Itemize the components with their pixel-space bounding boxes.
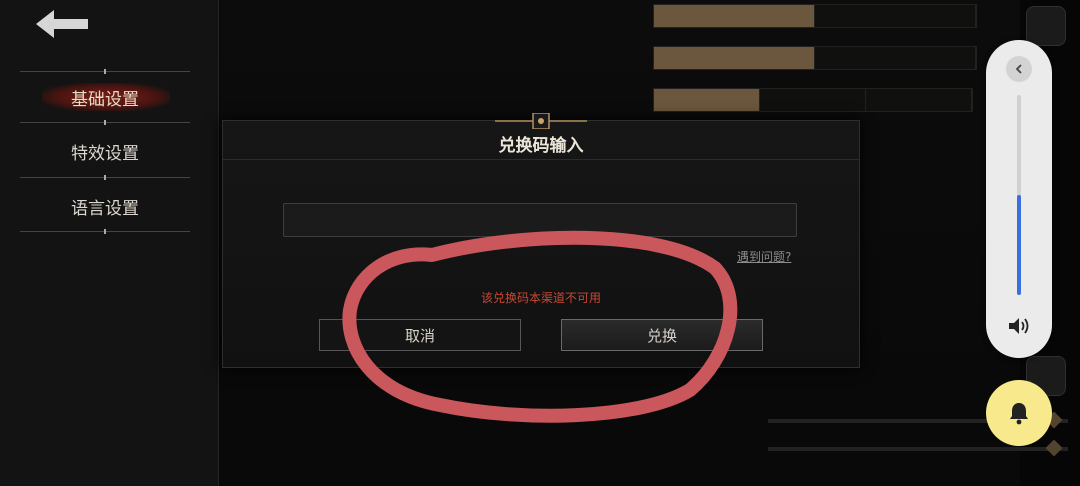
title-divider [223,159,859,160]
sidebar-item-label: 基础设置 [71,89,139,110]
sidebar-item-language-settings[interactable]: 语言设置 [20,180,190,232]
redeem-button[interactable]: 兑换 [561,319,763,351]
dialog-title: 兑换码输入 [498,136,584,156]
sidebar-item-effects-settings[interactable]: 特效设置 [20,125,190,177]
cancel-button[interactable]: 取消 [319,319,521,351]
volume-panel [986,40,1052,358]
back-arrow-icon[interactable] [32,6,92,42]
volume-slider[interactable] [1017,95,1021,295]
dialog-ornament-icon [495,113,587,129]
sidebar-divider [20,175,190,180]
bell-button[interactable] [986,380,1052,446]
sidebar-divider [20,229,190,234]
error-message: 该兑换码本渠道不可用 [480,291,601,305]
settings-sidebar: 基础设置 特效设置 语言设置 [0,0,219,486]
bell-icon [1010,403,1028,425]
collapse-chevron-icon[interactable] [1006,56,1032,82]
diamond-icon[interactable] [1026,6,1066,46]
redeem-code-dialog: 兑换码输入 遇到问题? 该兑换码本渠道不可用 取消 兑换 [222,113,860,368]
volume-level-fill [1017,195,1021,295]
sidebar-item-label: 特效设置 [71,143,139,164]
speaker-icon[interactable] [1007,316,1031,336]
redeem-code-input[interactable] [283,203,797,237]
sidebar-divider [20,120,190,125]
sidebar-item-label: 语言设置 [71,198,139,219]
help-link[interactable]: 遇到问题? [737,248,791,265]
sidebar-item-basic-settings[interactable]: 基础设置 [20,71,190,123]
